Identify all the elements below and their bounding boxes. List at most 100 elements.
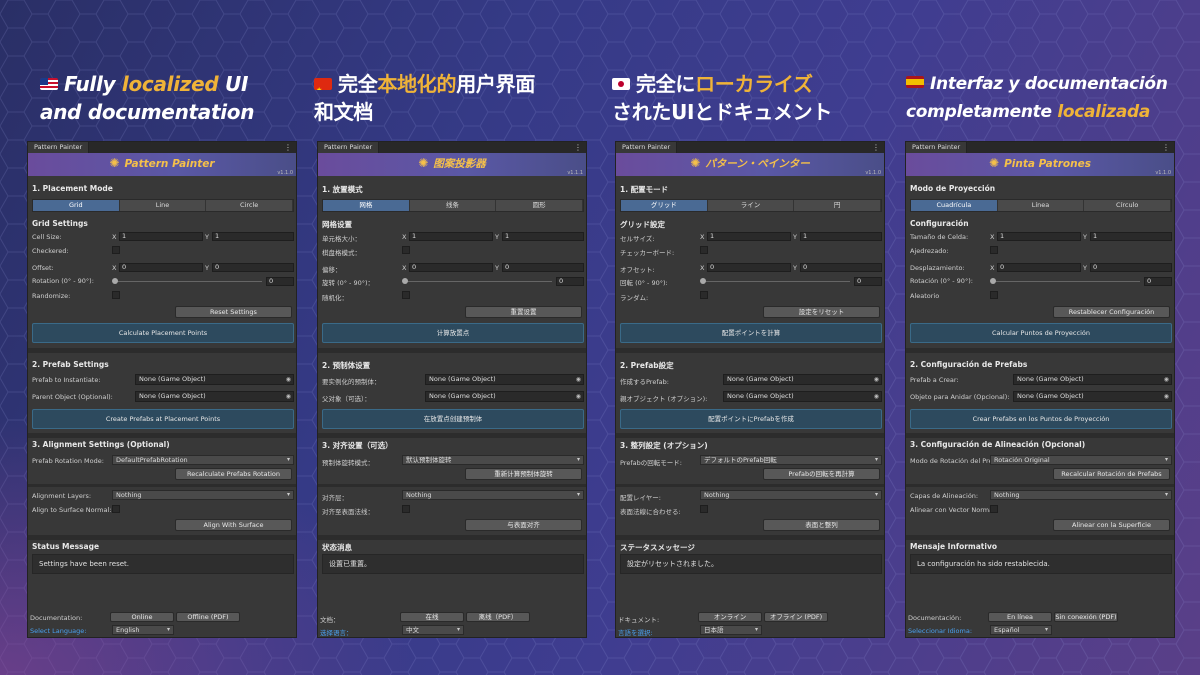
checkered-checkbox[interactable]	[990, 246, 998, 254]
rotation-slider-handle[interactable]	[700, 278, 706, 284]
offset-x-field[interactable]: 0	[707, 263, 791, 272]
prefab-object-field[interactable]: None (Game Object)	[425, 374, 584, 385]
offset-y-field[interactable]: 0	[1090, 263, 1172, 272]
rotation-value-field[interactable]: 0	[266, 277, 294, 286]
reset-settings-button[interactable]: 重置设置	[465, 306, 582, 318]
checkered-checkbox[interactable]	[402, 246, 410, 254]
mode-grid-button[interactable]: グリッド	[621, 200, 708, 211]
rotation-slider-handle[interactable]	[402, 278, 408, 284]
rotation-mode-dropdown[interactable]: 默认预制体旋转	[402, 455, 584, 465]
reset-settings-button[interactable]: 設定をリセット	[763, 306, 880, 318]
prefab-object-field[interactable]: None (Game Object)	[723, 374, 882, 385]
offset-y-field[interactable]: 0	[800, 263, 882, 272]
mode-circle-button[interactable]: Círculo	[1084, 200, 1172, 211]
randomize-checkbox[interactable]	[112, 291, 120, 299]
recalculate-rotation-button[interactable]: Recalculate Prefabs Rotation	[175, 468, 292, 480]
cell-size-x-field[interactable]: 1	[119, 232, 203, 241]
rotation-value-field[interactable]: 0	[556, 277, 584, 286]
cell-size-y-field[interactable]: 1	[1090, 232, 1172, 241]
randomize-checkbox[interactable]	[990, 291, 998, 299]
kebab-menu-icon[interactable]: ⋮	[284, 142, 292, 153]
mode-line-button[interactable]: Line	[119, 200, 207, 211]
rotation-slider-handle[interactable]	[990, 278, 996, 284]
randomize-checkbox[interactable]	[402, 291, 410, 299]
mode-line-button[interactable]: ライン	[707, 200, 795, 211]
mode-line-button[interactable]: 线条	[409, 200, 497, 211]
offline-docs-button[interactable]: 离线（PDF）	[466, 612, 530, 622]
alignment-layers-dropdown[interactable]: Nothing	[402, 490, 584, 500]
kebab-menu-icon[interactable]: ⋮	[574, 142, 582, 153]
cell-size-y-field[interactable]: 1	[212, 232, 294, 241]
align-normal-checkbox[interactable]	[402, 505, 410, 513]
parent-object-field[interactable]: None (Game Object)	[723, 391, 882, 402]
mode-grid-button[interactable]: 网格	[323, 200, 410, 211]
window-tab[interactable]: Pattern Painter	[28, 142, 90, 153]
kebab-menu-icon[interactable]: ⋮	[872, 142, 880, 153]
cell-size-x-field[interactable]: 1	[707, 232, 791, 241]
rotation-value-field[interactable]: 0	[1144, 277, 1172, 286]
calculate-points-button[interactable]: 配置ポイントを計算	[620, 323, 882, 343]
prefab-object-field[interactable]: None (Game Object)	[135, 374, 294, 385]
parent-object-field[interactable]: None (Game Object)	[425, 391, 584, 402]
mode-circle-button[interactable]: 圆形	[496, 200, 584, 211]
offset-y-field[interactable]: 0	[502, 263, 584, 272]
recalculate-rotation-button[interactable]: Prefabの回転を再計算	[763, 468, 880, 480]
alignment-layers-dropdown[interactable]: Nothing	[112, 490, 294, 500]
align-with-surface-button[interactable]: 表面と整列	[763, 519, 880, 531]
offline-docs-button[interactable]: Sin conexión (PDF)	[1054, 612, 1118, 622]
create-prefabs-button[interactable]: Crear Prefabs en los Puntos de Proyecció…	[910, 409, 1172, 429]
rotation-slider-track[interactable]	[404, 281, 552, 282]
offline-docs-button[interactable]: オフライン (PDF)	[764, 612, 828, 622]
rotation-mode-dropdown[interactable]: Rotación Original	[990, 455, 1172, 465]
rotation-slider-handle[interactable]	[112, 278, 118, 284]
window-tab[interactable]: Pattern Painter	[318, 142, 380, 153]
cell-size-y-field[interactable]: 1	[502, 232, 584, 241]
parent-object-field[interactable]: None (Game Object)	[1013, 391, 1172, 402]
online-docs-button[interactable]: En línea	[988, 612, 1052, 622]
reset-settings-button[interactable]: Restablecer Configuración	[1053, 306, 1170, 318]
offset-x-field[interactable]: 0	[119, 263, 203, 272]
align-with-surface-button[interactable]: Align With Surface	[175, 519, 292, 531]
alignment-layers-dropdown[interactable]: Nothing	[700, 490, 882, 500]
cell-size-x-field[interactable]: 1	[409, 232, 493, 241]
language-dropdown[interactable]: English	[112, 625, 174, 635]
calculate-points-button[interactable]: Calcular Puntos de Proyección	[910, 323, 1172, 343]
rotation-slider-track[interactable]	[114, 281, 262, 282]
online-docs-button[interactable]: Online	[110, 612, 174, 622]
calculate-points-button[interactable]: Calculate Placement Points	[32, 323, 294, 343]
mode-circle-button[interactable]: 円	[794, 200, 882, 211]
create-prefabs-button[interactable]: 在放置点创建预制体	[322, 409, 584, 429]
align-normal-checkbox[interactable]	[700, 505, 708, 513]
rotation-slider-track[interactable]	[992, 281, 1140, 282]
align-normal-checkbox[interactable]	[990, 505, 998, 513]
prefab-object-field[interactable]: None (Game Object)	[1013, 374, 1172, 385]
randomize-checkbox[interactable]	[700, 291, 708, 299]
window-tab[interactable]: Pattern Painter	[906, 142, 968, 153]
checkered-checkbox[interactable]	[700, 246, 708, 254]
online-docs-button[interactable]: 在线	[400, 612, 464, 622]
offset-y-field[interactable]: 0	[212, 263, 294, 272]
checkered-checkbox[interactable]	[112, 246, 120, 254]
online-docs-button[interactable]: オンライン	[698, 612, 762, 622]
mode-grid-button[interactable]: Grid	[33, 200, 120, 211]
recalculate-rotation-button[interactable]: Recalcular Rotación de Prefabs	[1053, 468, 1170, 480]
language-dropdown[interactable]: 中文	[402, 625, 464, 635]
parent-object-field[interactable]: None (Game Object)	[135, 391, 294, 402]
alignment-layers-dropdown[interactable]: Nothing	[990, 490, 1172, 500]
rotation-value-field[interactable]: 0	[854, 277, 882, 286]
create-prefabs-button[interactable]: Create Prefabs at Placement Points	[32, 409, 294, 429]
kebab-menu-icon[interactable]: ⋮	[1162, 142, 1170, 153]
offline-docs-button[interactable]: Offline (PDF)	[176, 612, 240, 622]
language-dropdown[interactable]: 日本語	[700, 625, 762, 635]
align-normal-checkbox[interactable]	[112, 505, 120, 513]
offset-x-field[interactable]: 0	[997, 263, 1081, 272]
window-tab[interactable]: Pattern Painter	[616, 142, 678, 153]
calculate-points-button[interactable]: 计算放置点	[322, 323, 584, 343]
offset-x-field[interactable]: 0	[409, 263, 493, 272]
cell-size-y-field[interactable]: 1	[800, 232, 882, 241]
create-prefabs-button[interactable]: 配置ポイントにPrefabを作成	[620, 409, 882, 429]
language-dropdown[interactable]: Español	[990, 625, 1052, 635]
mode-grid-button[interactable]: Cuadrícula	[911, 200, 998, 211]
cell-size-x-field[interactable]: 1	[997, 232, 1081, 241]
reset-settings-button[interactable]: Reset Settings	[175, 306, 292, 318]
